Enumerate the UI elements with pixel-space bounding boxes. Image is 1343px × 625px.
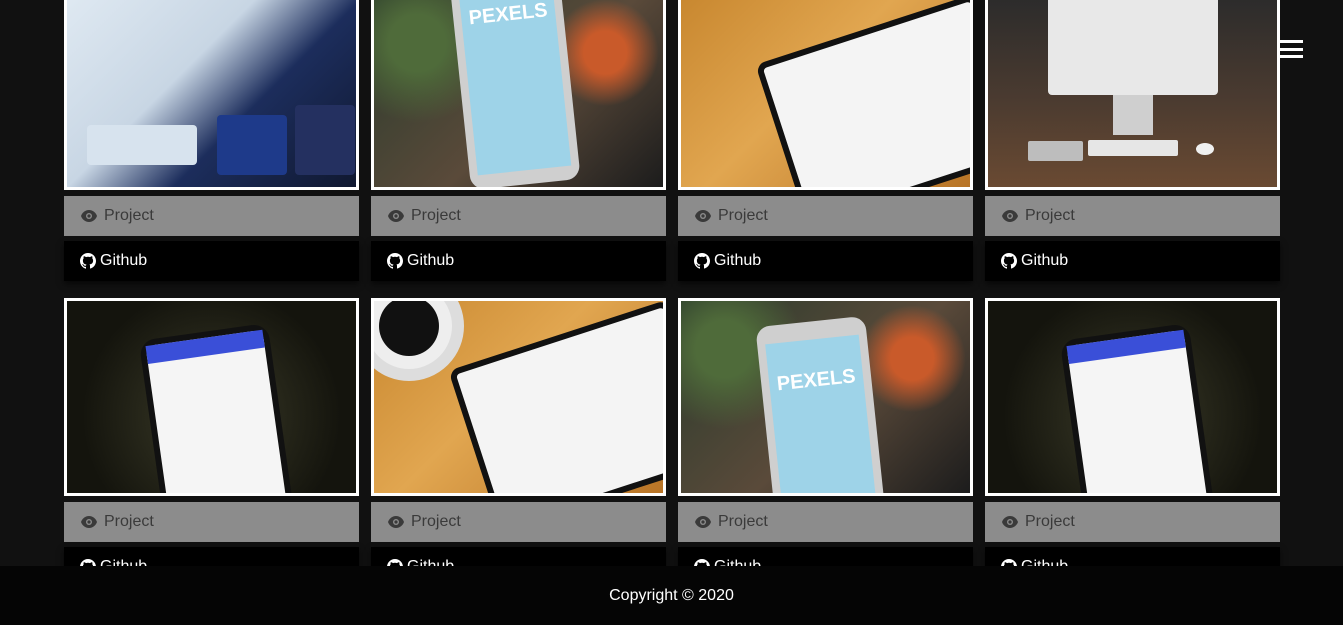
project-image: PEXELS <box>374 0 663 187</box>
eye-icon <box>1001 209 1019 223</box>
eye-icon <box>80 209 98 223</box>
project-card: PEXELS Project Github <box>371 0 666 281</box>
project-image <box>374 301 663 493</box>
project-button-label: Project <box>1025 513 1075 530</box>
eye-icon <box>387 209 405 223</box>
view-project-button[interactable]: Project <box>64 502 359 542</box>
eye-icon <box>694 209 712 223</box>
project-card: Project Github <box>64 0 359 281</box>
eye-icon <box>80 515 98 529</box>
view-project-button[interactable]: Project <box>371 196 666 236</box>
project-thumbnail: PEXELS <box>678 298 973 496</box>
github-icon <box>80 253 96 269</box>
project-image <box>67 301 356 493</box>
hamburger-line <box>1278 47 1303 51</box>
project-thumbnail <box>985 298 1280 496</box>
project-thumbnail <box>64 298 359 496</box>
project-thumbnail <box>371 298 666 496</box>
project-thumbnail <box>985 0 1280 190</box>
hamburger-line <box>1278 40 1303 43</box>
github-link-button[interactable]: Github <box>678 241 973 281</box>
project-button-label: Project <box>1025 207 1075 224</box>
project-button-label: Project <box>104 513 154 530</box>
page-footer: Copyright © 2020 <box>0 566 1343 625</box>
copyright-text: Copyright © 2020 <box>609 586 734 604</box>
github-link-button[interactable]: Github <box>64 241 359 281</box>
view-project-button[interactable]: Project <box>64 196 359 236</box>
view-project-button[interactable]: Project <box>678 196 973 236</box>
project-thumbnail <box>64 0 359 190</box>
view-project-button[interactable]: Project <box>678 502 973 542</box>
project-button-label: Project <box>104 207 154 224</box>
project-thumbnail <box>678 0 973 190</box>
github-link-button[interactable]: Github <box>371 241 666 281</box>
github-icon <box>1001 253 1017 269</box>
eye-icon <box>1001 515 1019 529</box>
eye-icon <box>387 515 405 529</box>
github-link-button[interactable]: Github <box>985 241 1280 281</box>
projects-grid: Project Github PEXELS Project Github Pro… <box>64 0 1280 587</box>
github-button-label: Github <box>407 252 455 269</box>
eye-icon <box>694 515 712 529</box>
view-project-button[interactable]: Project <box>371 502 666 542</box>
project-card: Project Github <box>371 298 666 587</box>
project-card: Project Github <box>985 298 1280 587</box>
project-image <box>988 0 1277 187</box>
view-project-button[interactable]: Project <box>985 502 1280 542</box>
menu-hamburger-icon[interactable] <box>1278 40 1303 58</box>
project-image: PEXELS <box>681 301 970 493</box>
phone-screen-text: PEXELS <box>467 0 549 30</box>
github-button-label: Github <box>1021 252 1069 269</box>
project-image <box>988 301 1277 493</box>
project-image <box>681 0 970 187</box>
project-card: Project Github <box>678 0 973 281</box>
project-button-label: Project <box>718 207 768 224</box>
hamburger-line <box>1278 55 1303 58</box>
project-button-label: Project <box>718 513 768 530</box>
github-button-label: Github <box>100 252 148 269</box>
project-button-label: Project <box>411 513 461 530</box>
github-button-label: Github <box>714 252 762 269</box>
project-thumbnail: PEXELS <box>371 0 666 190</box>
github-icon <box>387 253 403 269</box>
project-card: Project Github <box>985 0 1280 281</box>
project-image <box>67 0 356 187</box>
project-card: PEXELS Project Github <box>678 298 973 587</box>
view-project-button[interactable]: Project <box>985 196 1280 236</box>
project-button-label: Project <box>411 207 461 224</box>
project-card: Project Github <box>64 298 359 587</box>
github-icon <box>694 253 710 269</box>
phone-screen-text: PEXELS <box>775 365 857 396</box>
